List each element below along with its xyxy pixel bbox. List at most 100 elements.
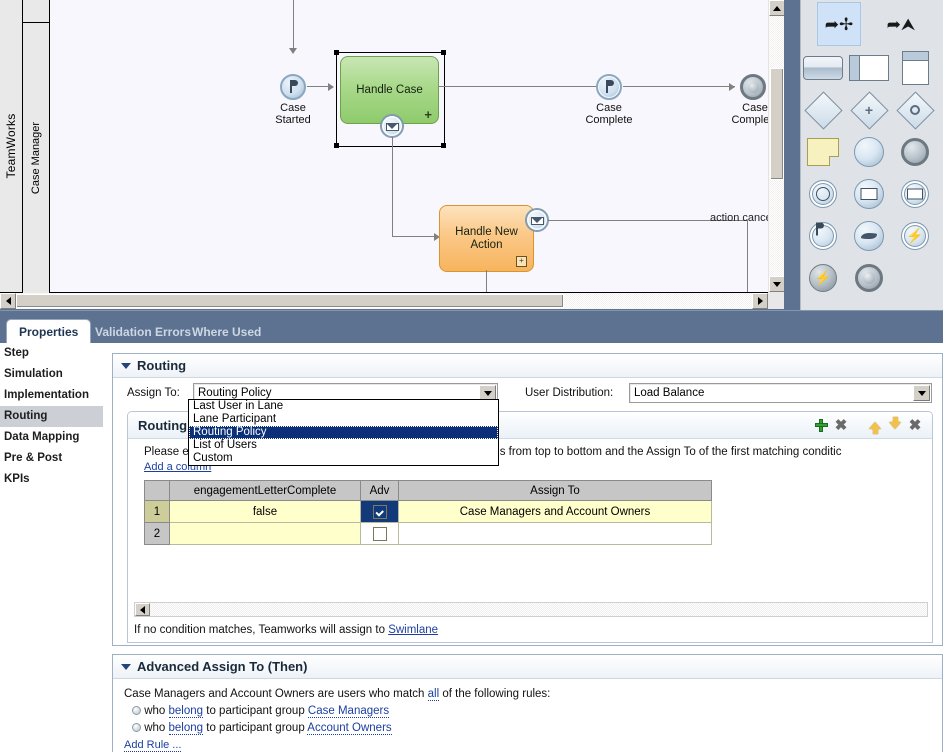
palette-message-event-shape[interactable] xyxy=(847,172,891,216)
routing-conditions-table[interactable]: engagementLetterComplete Adv Assign To 1… xyxy=(144,480,712,545)
canvas-vertical-scroll-thumb[interactable] xyxy=(770,68,784,180)
palette-link-event-shape[interactable] xyxy=(801,214,845,258)
assign-to-dropdown-list[interactable]: Last User in Lane Lane Participant Routi… xyxy=(188,399,499,466)
dropdown-option-custom[interactable]: Custom xyxy=(189,452,498,465)
palette-note-shape[interactable] xyxy=(801,130,845,174)
sidebar-item-step[interactable]: Step xyxy=(0,343,103,364)
palette-task-shape[interactable] xyxy=(801,46,845,90)
move-down-button[interactable] xyxy=(886,416,904,434)
canvas-scroll-right-button[interactable] xyxy=(752,293,768,309)
advanced-section-header[interactable]: Advanced Assign To (Then) xyxy=(113,655,942,679)
row-2-adv-cell[interactable] xyxy=(360,522,399,545)
routing-section-header[interactable]: Routing xyxy=(113,354,942,378)
remove-button[interactable]: ✖ xyxy=(906,416,924,434)
boundary-message-event-handle-case[interactable] xyxy=(381,115,403,137)
tab-where-used[interactable]: Where Used xyxy=(180,320,273,343)
palette-end-event-shape[interactable] xyxy=(893,130,937,174)
subprocess-expand-box-icon[interactable]: + xyxy=(516,256,527,267)
palette-connect-tool[interactable]: ➦⮝ xyxy=(879,2,923,46)
properties-sidenav[interactable]: Step Simulation Implementation Routing D… xyxy=(0,343,103,752)
process-diagram-canvas-area[interactable]: TeamWorks Case Manager Case Started Hand… xyxy=(0,0,800,310)
canvas-horizontal-scroll-thumb[interactable] xyxy=(16,294,564,308)
row-2-adv-checkbox[interactable] xyxy=(372,526,387,541)
properties-panel[interactable]: Properties Validation Errors Where Used … xyxy=(0,310,943,752)
bpmn-canvas[interactable]: Case Started Handle Case + Case Complete… xyxy=(50,0,768,293)
palette-end-terminate-shape[interactable] xyxy=(847,256,891,300)
chevron-down-icon-advanced[interactable] xyxy=(121,663,131,670)
canvas-horizontal-scrollbar[interactable] xyxy=(0,293,768,309)
rule-2-verb-link[interactable]: belong xyxy=(168,722,204,735)
list-item[interactable]: who belong to participant group Account … xyxy=(132,722,392,735)
row-1-assign-to-value[interactable]: Case Managers and Account Owners xyxy=(398,500,712,523)
palette-split-shape[interactable] xyxy=(847,46,891,90)
canvas-scroll-down-button[interactable] xyxy=(769,276,785,292)
add-condition-button[interactable] xyxy=(812,416,830,434)
canvas-vertical-scrollbar[interactable] xyxy=(768,0,785,292)
palette-timer-event-shape[interactable] xyxy=(801,172,845,216)
selection-handle-bl[interactable] xyxy=(334,143,339,148)
conditions-toolbar[interactable]: ✖ ✖ xyxy=(812,416,924,434)
palette-terminate-event-shape[interactable]: ⚡ xyxy=(801,256,845,300)
sidebar-item-pre-post[interactable]: Pre & Post xyxy=(0,448,103,469)
dropdown-option-list-of-users[interactable]: List of Users xyxy=(189,439,498,452)
row-2-engagement-value[interactable] xyxy=(169,522,361,545)
canvas-scroll-up-button[interactable] xyxy=(769,0,785,16)
shape-palette[interactable]: ➦✢ ➦⮝ + ⚡ ⚡ xyxy=(800,0,943,310)
add-rule-link[interactable]: Add Rule ... xyxy=(124,739,182,752)
conditions-scroll-left-button[interactable] xyxy=(135,603,150,616)
palette-signal-event-shape[interactable] xyxy=(847,214,891,258)
palette-select-move-tool[interactable]: ➦✢ xyxy=(817,2,861,46)
row-1-number[interactable]: 1 xyxy=(144,500,170,523)
row-2-assign-to-value[interactable] xyxy=(398,522,712,545)
dropdown-option-routing-policy[interactable]: Routing Policy xyxy=(189,426,498,439)
move-up-button[interactable] xyxy=(866,416,884,434)
row-1-adv-checkbox[interactable] xyxy=(372,504,387,519)
node-case-complete-end[interactable] xyxy=(740,74,766,100)
chevron-down-icon[interactable] xyxy=(121,362,131,369)
table-row[interactable]: 1 false Case Managers and Account Owners xyxy=(144,500,712,523)
tab-strip[interactable]: Properties Validation Errors Where Used xyxy=(0,310,943,344)
subprocess-expand-icon[interactable]: + xyxy=(424,108,432,121)
rule-1-verb-link[interactable]: belong xyxy=(168,705,204,718)
palette-start-event-shape[interactable] xyxy=(847,130,891,174)
table-header-adv[interactable]: Adv xyxy=(360,480,399,501)
table-header-assign-to[interactable]: Assign To xyxy=(398,480,712,501)
row-2-number[interactable]: 2 xyxy=(144,522,170,545)
selection-handle-br[interactable] xyxy=(441,143,446,148)
delete-condition-button[interactable]: ✖ xyxy=(832,416,850,434)
sidebar-item-implementation[interactable]: Implementation xyxy=(0,385,103,406)
boundary-message-event-handle-new-action[interactable] xyxy=(526,209,548,231)
row-1-engagement-value[interactable]: false xyxy=(169,500,361,523)
selection-handle-tl[interactable] xyxy=(334,50,339,55)
palette-error-event-shape[interactable]: ⚡ xyxy=(893,214,937,258)
canvas-scroll-left-button[interactable] xyxy=(0,293,16,309)
swimlane-link[interactable]: Swimlane xyxy=(388,624,438,636)
node-handle-case[interactable]: Handle Case + xyxy=(340,56,439,124)
table-row[interactable]: 2 xyxy=(144,522,712,545)
node-handle-new-action[interactable]: Handle New Action + xyxy=(439,205,534,272)
sidebar-item-routing[interactable]: Routing xyxy=(0,406,103,427)
row-1-adv-cell[interactable] xyxy=(360,500,399,523)
sidebar-item-simulation[interactable]: Simulation xyxy=(0,364,103,385)
user-distribution-combo[interactable]: Load Balance xyxy=(629,383,932,403)
list-item[interactable]: who belong to participant group Case Man… xyxy=(132,705,390,718)
sidebar-item-data-mapping[interactable]: Data Mapping xyxy=(0,427,103,448)
sidebar-item-kpis[interactable]: KPIs xyxy=(0,469,103,490)
tab-properties[interactable]: Properties xyxy=(6,319,92,344)
node-case-complete-intermediate[interactable] xyxy=(596,74,622,100)
palette-vertical-shape[interactable] xyxy=(893,46,937,90)
match-all-link[interactable]: all xyxy=(427,688,440,701)
rule-2-group-link[interactable]: Account Owners xyxy=(307,722,392,735)
selection-handle-tr[interactable] xyxy=(441,50,446,55)
palette-event-gateway-shape[interactable] xyxy=(893,88,937,132)
user-distribution-dropdown-arrow-icon[interactable] xyxy=(913,385,930,401)
conditions-horizontal-scrollbar[interactable] xyxy=(134,602,928,617)
dropdown-option-last-user-in-lane[interactable]: Last User in Lane xyxy=(189,400,498,413)
palette-inclusive-gateway-shape[interactable]: + xyxy=(847,88,891,132)
rule-1-group-link[interactable]: Case Managers xyxy=(307,705,390,718)
dropdown-option-lane-participant[interactable]: Lane Participant xyxy=(189,413,498,426)
palette-message-boundary-event-shape[interactable] xyxy=(893,172,937,216)
palette-gateway-shape[interactable] xyxy=(801,88,845,132)
table-header-engagement[interactable]: engagementLetterComplete xyxy=(169,480,361,501)
node-case-started[interactable] xyxy=(280,74,306,100)
